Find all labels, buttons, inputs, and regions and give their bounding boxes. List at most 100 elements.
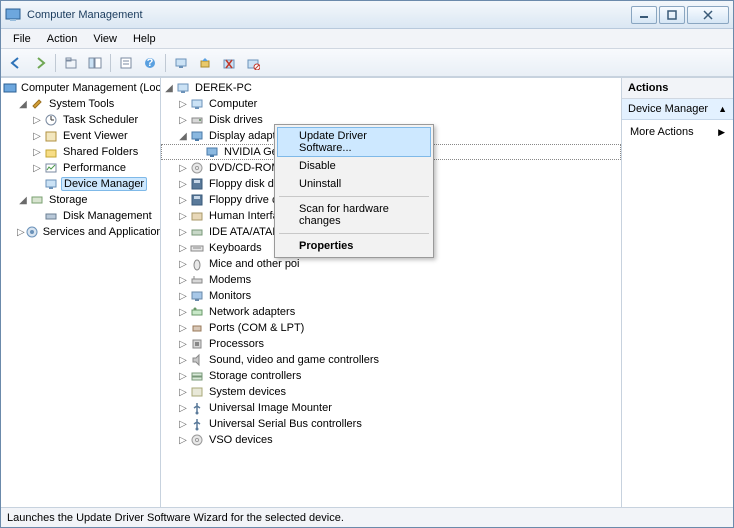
minimize-button[interactable] (631, 6, 657, 24)
device-root[interactable]: ◢DEREK-PC (161, 80, 621, 96)
expander-icon[interactable]: ▷ (177, 339, 189, 350)
actions-more[interactable]: More Actions ▶ (622, 120, 733, 144)
console-tree[interactable]: Computer Management (Local ◢ System Tool… (1, 78, 161, 507)
expander-icon[interactable]: ▷ (177, 371, 189, 382)
event-icon (43, 128, 59, 144)
expander-icon[interactable]: ▷ (177, 403, 189, 414)
actions-group[interactable]: Device Manager ▲ (622, 99, 733, 120)
expander-icon[interactable]: ▷ (177, 419, 189, 430)
expander-icon[interactable]: ▷ (177, 243, 189, 254)
expander-icon[interactable]: ▷ (177, 323, 189, 334)
tree-device-manager[interactable]: ▷Device Manager (1, 176, 160, 192)
scan-button[interactable] (170, 52, 192, 74)
expander-icon[interactable]: ▷ (177, 99, 189, 110)
expander-icon[interactable]: ▷ (177, 435, 189, 446)
context-menu-item[interactable]: Properties (277, 237, 431, 255)
menu-help[interactable]: Help (125, 31, 164, 47)
expander-icon[interactable]: ▷ (177, 227, 189, 238)
expander-icon[interactable]: ◢ (177, 131, 189, 142)
sound-icon (189, 352, 205, 368)
chevron-right-icon: ▶ (718, 127, 725, 138)
floppy-icon (189, 192, 205, 208)
diskmgmt-icon (43, 208, 59, 224)
keyboard-icon (189, 240, 205, 256)
device-category[interactable]: ▷VSO devices (161, 432, 621, 448)
menu-file[interactable]: File (5, 31, 39, 47)
tools-icon (29, 96, 45, 112)
expander-icon[interactable]: ▷ (177, 387, 189, 398)
expander-icon[interactable]: ▷ (177, 211, 189, 222)
expander-icon[interactable]: ▷ (177, 179, 189, 190)
menubar: File Action View Help (1, 29, 733, 49)
dvd-icon (189, 432, 205, 448)
modem-icon (189, 272, 205, 288)
properties-button[interactable] (115, 52, 137, 74)
tree-system-tools[interactable]: ◢ System Tools (1, 96, 160, 112)
device-category[interactable]: ▷Universal Serial Bus controllers (161, 416, 621, 432)
disable-button[interactable] (242, 52, 264, 74)
menu-view[interactable]: View (85, 31, 125, 47)
maximize-button[interactable] (659, 6, 685, 24)
up-button[interactable] (60, 52, 82, 74)
statusbar: Launches the Update Driver Software Wiza… (1, 507, 733, 527)
uninstall-button[interactable] (218, 52, 240, 74)
context-menu-item[interactable]: Disable (277, 157, 431, 175)
device-category[interactable]: ▷System devices (161, 384, 621, 400)
tree-event-viewer[interactable]: ▷Event Viewer (1, 128, 160, 144)
expander-icon[interactable]: ▷ (177, 195, 189, 206)
tree-root[interactable]: Computer Management (Local (1, 80, 160, 96)
hid-icon (189, 208, 205, 224)
back-button[interactable] (5, 52, 27, 74)
device-category[interactable]: ▷Storage controllers (161, 368, 621, 384)
device-category[interactable]: ▷Monitors (161, 288, 621, 304)
context-menu-item[interactable]: Uninstall (277, 175, 431, 193)
show-hide-tree-button[interactable] (84, 52, 106, 74)
port-icon (189, 320, 205, 336)
tree-task-scheduler[interactable]: ▷Task Scheduler (1, 112, 160, 128)
close-button[interactable] (687, 6, 729, 24)
monitor-icon (189, 288, 205, 304)
device-category[interactable]: ▷Computer (161, 96, 621, 112)
context-menu-item[interactable]: Scan for hardware changes (277, 200, 431, 230)
expander-icon[interactable]: ▷ (177, 307, 189, 318)
system-icon (189, 384, 205, 400)
expander-icon[interactable]: ▷ (177, 291, 189, 302)
network-icon (189, 304, 205, 320)
mouse-icon (189, 256, 205, 272)
services-icon (25, 224, 39, 240)
device-category[interactable]: ▷Universal Image Mounter (161, 400, 621, 416)
expander-icon[interactable]: ◢ (17, 99, 29, 110)
display-icon (204, 144, 220, 160)
device-category[interactable]: ▷Modems (161, 272, 621, 288)
tree-services[interactable]: ▷Services and Applications (1, 224, 160, 240)
device-category[interactable]: ▷Processors (161, 336, 621, 352)
device-category[interactable]: ▷Sound, video and game controllers (161, 352, 621, 368)
expander-icon[interactable]: ▷ (177, 275, 189, 286)
tree-performance[interactable]: ▷Performance (1, 160, 160, 176)
context-menu-item[interactable]: Update Driver Software... (277, 127, 431, 157)
usb-icon (189, 416, 205, 432)
update-driver-button[interactable] (194, 52, 216, 74)
expander-icon[interactable]: ▷ (177, 355, 189, 366)
tree-shared-folders[interactable]: ▷Shared Folders (1, 144, 160, 160)
help-button[interactable]: ? (139, 52, 161, 74)
window-title: Computer Management (27, 9, 631, 21)
menu-action[interactable]: Action (39, 31, 86, 47)
expander-icon[interactable]: ▷ (177, 163, 189, 174)
dvd-icon (189, 160, 205, 176)
app-icon (5, 7, 21, 23)
actions-header: Actions (622, 78, 733, 99)
collapse-icon[interactable]: ▲ (718, 104, 727, 114)
tree-disk-management[interactable]: ▷Disk Management (1, 208, 160, 224)
context-menu: Update Driver Software...DisableUninstal… (274, 124, 434, 258)
mmc-icon (3, 80, 17, 96)
actions-pane: Actions Device Manager ▲ More Actions ▶ (621, 78, 733, 507)
device-category[interactable]: ▷Network adapters (161, 304, 621, 320)
tree-storage[interactable]: ◢Storage (1, 192, 160, 208)
device-category[interactable]: ▷Ports (COM & LPT) (161, 320, 621, 336)
disk-icon (189, 112, 205, 128)
forward-button[interactable] (29, 52, 51, 74)
device-category[interactable]: ▷Mice and other poi (161, 256, 621, 272)
expander-icon[interactable]: ▷ (177, 259, 189, 270)
expander-icon[interactable]: ▷ (177, 115, 189, 126)
